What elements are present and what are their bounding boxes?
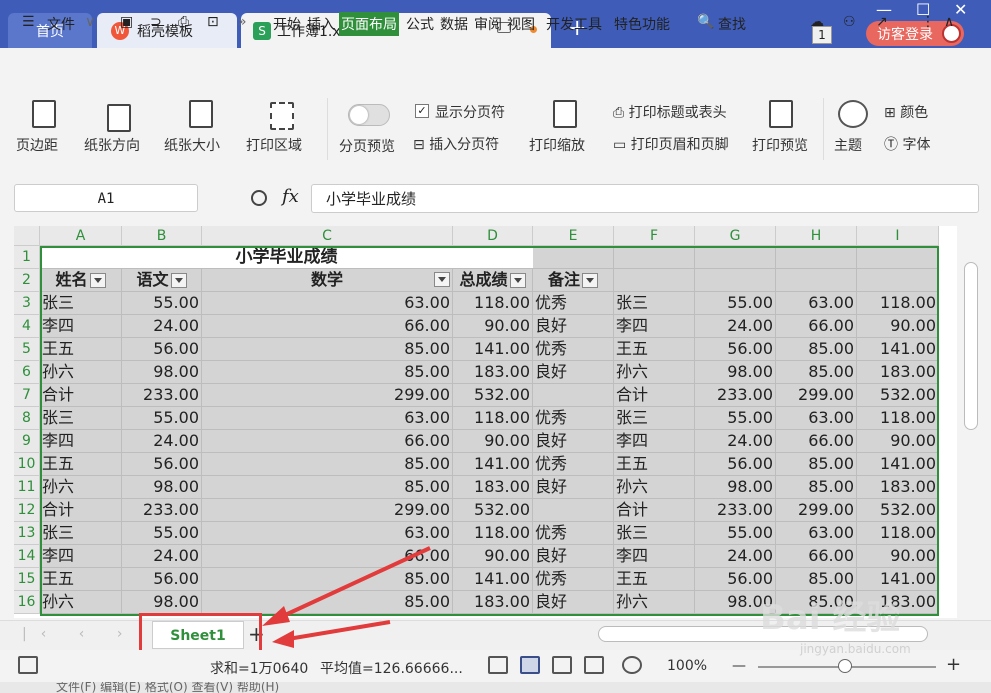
annotation-arrowhead	[262, 606, 290, 626]
zoom-slider-knob[interactable]	[838, 659, 852, 673]
zoom-in-button[interactable]: +	[946, 654, 961, 675]
macro-icon[interactable]	[18, 656, 38, 674]
watermark-url: jingyan.baidu.com	[800, 642, 911, 656]
page-break-view-icon[interactable]	[552, 656, 572, 674]
fullscreen-icon[interactable]	[488, 656, 508, 674]
annotation-arrowhead	[272, 630, 294, 648]
underlying-window-menu: 文件(F) 编辑(E) 格式(O) 查看(V) 帮助(H)	[0, 682, 991, 693]
reading-layout-icon[interactable]	[584, 656, 604, 674]
status-average: 平均值=126.66666...	[320, 661, 463, 677]
annotation-arrow-line	[281, 620, 391, 642]
status-sum: 求和=1万0640	[210, 661, 309, 677]
zoom-level[interactable]: 100%	[667, 658, 707, 674]
watermark: Bai 经验	[760, 598, 901, 638]
zoom-out-button[interactable]: —	[732, 658, 746, 674]
eye-protection-icon[interactable]	[622, 656, 642, 674]
annotation-arrow-line	[269, 546, 431, 624]
normal-view-icon[interactable]	[520, 656, 540, 674]
